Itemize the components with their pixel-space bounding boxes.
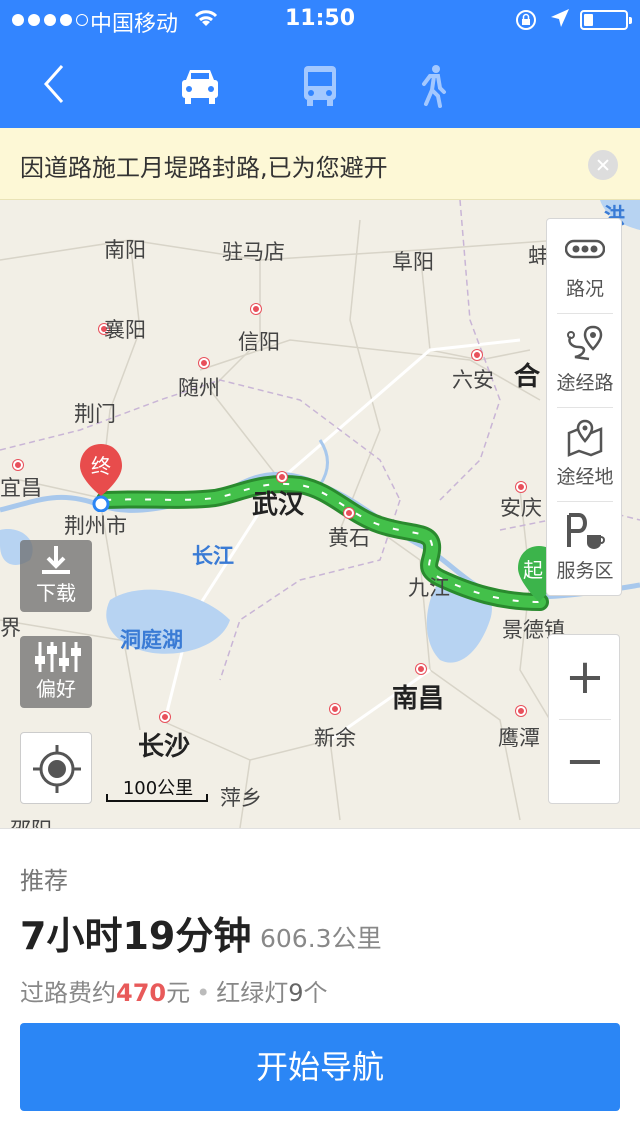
service-area-label: 服务区 — [556, 560, 614, 582]
toll-unit: 元 — [166, 979, 191, 1007]
city-label: 界 — [0, 616, 21, 640]
city-dot — [472, 350, 482, 360]
traffic-label: 路况 — [565, 278, 604, 300]
route-preference-button[interactable]: 偏好 — [20, 636, 92, 708]
city-label: 武汉 — [252, 490, 305, 520]
walk-mode-tab[interactable] — [410, 62, 458, 110]
waypoint-place-button[interactable]: 途经地 — [547, 407, 623, 501]
city-label: 长沙 — [138, 732, 191, 762]
map-scale: 100公里 — [106, 774, 210, 802]
city-dot — [416, 664, 426, 674]
city-label: 新余 — [314, 726, 356, 750]
city-label: 随州 — [178, 376, 220, 400]
city-dot — [277, 472, 287, 482]
bus-icon — [304, 66, 336, 106]
locate-me-button[interactable] — [20, 732, 92, 804]
status-bar: 中国移动 11:50 — [0, 0, 640, 40]
city-label: 南昌 — [392, 684, 445, 714]
city-label: 安庆 — [500, 496, 542, 520]
rotation-lock-icon — [514, 8, 538, 38]
city-label: 荆州市 — [64, 514, 127, 538]
city-label: 荆门 — [74, 402, 116, 426]
close-notice-button[interactable] — [588, 150, 618, 180]
car-icon — [182, 70, 218, 104]
city-dot — [160, 712, 170, 722]
river-label: 长江 — [192, 544, 234, 568]
battery-icon — [580, 10, 632, 30]
toll-prefix: 过路费约 — [20, 979, 116, 1007]
end-marker-label: 终 — [91, 454, 111, 478]
waypoint-route-label: 途经路 — [556, 372, 614, 394]
lights-prefix: 红绿灯 — [216, 979, 289, 1007]
city-label: 鹰潭 — [498, 726, 540, 750]
bus-mode-tab[interactable] — [296, 62, 344, 110]
city-label: 六安 — [452, 368, 494, 392]
lake-label: 洞庭湖 — [120, 628, 183, 652]
route-distance: 606.3公里 — [260, 924, 382, 953]
map-tools-panel: 路况 途经路 途经地 服务区 — [546, 218, 622, 596]
city-label: 宜昌 — [0, 476, 42, 500]
city-dot — [516, 482, 526, 492]
city-label: 南阳 — [104, 238, 146, 262]
start-marker-label: 起 — [523, 558, 543, 582]
back-button[interactable] — [36, 60, 76, 108]
map-view[interactable]: 南阳 驻马店 阜阳 蚌 洪 襄阳 信阳 六安 合 随州 荆门 宜昌 荆州市 武汉… — [0, 200, 640, 828]
notice-text: 因道路施工月堤路封路,已为您避开 — [20, 154, 388, 182]
route-waypoint-icon — [567, 325, 603, 361]
city-dot — [251, 304, 261, 314]
mode-navigation — [0, 40, 640, 128]
top-bar: 中国移动 11:50 — [0, 0, 640, 128]
zoom-in-button[interactable]: + — [549, 635, 621, 719]
city-dot — [199, 358, 209, 368]
city-dot — [344, 508, 354, 518]
download-label: 下载 — [36, 581, 76, 605]
toll-amount: 470 — [116, 979, 167, 1007]
service-area-button[interactable]: 服务区 — [547, 501, 623, 595]
preference-label: 偏好 — [36, 677, 76, 701]
download-map-button[interactable]: 下载 — [20, 540, 92, 612]
city-label: 黄石 — [328, 526, 370, 550]
route-duration: 7小时19分钟 — [20, 914, 252, 958]
city-label: 九江 — [408, 576, 450, 600]
city-label: 驻马店 — [222, 240, 285, 264]
waypoint-place-label: 途经地 — [556, 466, 614, 488]
city-label: 合 — [514, 362, 541, 392]
city-label: 信阳 — [238, 330, 280, 354]
sliders-icon — [35, 642, 81, 672]
lights-unit: 个 — [303, 979, 328, 1007]
parking-icon — [567, 513, 605, 549]
download-icon — [42, 546, 70, 574]
crosshair-icon — [33, 745, 81, 793]
traffic-icon — [565, 239, 605, 259]
city-label: 萍乡 — [220, 786, 262, 810]
city-label: 襄阳 — [104, 318, 146, 342]
city-label: 邵阳 — [10, 814, 52, 828]
city-dot — [330, 704, 340, 714]
route-tag: 推荐 — [20, 867, 68, 895]
waypoint-route-button[interactable]: 途经路 — [547, 313, 623, 407]
status-time: 11:50 — [284, 6, 356, 31]
car-mode-tab[interactable] — [176, 62, 224, 110]
map-pin-icon — [567, 419, 603, 457]
route-notice-banner: 因道路施工月堤路封路,已为您避开 — [0, 128, 640, 200]
route-fees: 过路费约470元 • 红绿灯9个 — [20, 979, 328, 1007]
lights-count: 9 — [288, 979, 304, 1007]
start-navigation-button[interactable]: 开始导航 — [20, 1023, 620, 1111]
end-marker[interactable]: 终 — [78, 442, 124, 513]
route-summary: 推荐 7小时19分钟 606.3公里 过路费约470元 • 红绿灯9个 开始导航 — [0, 828, 640, 1136]
city-dot — [13, 460, 23, 470]
location-arrow-icon — [548, 6, 572, 36]
city-label: 阜阳 — [392, 250, 434, 274]
city-dot — [516, 706, 526, 716]
walk-icon — [422, 65, 446, 108]
traffic-button[interactable]: 路况 — [547, 219, 623, 313]
zoom-out-button[interactable]: − — [549, 719, 621, 803]
zoom-controls: + − — [548, 634, 620, 804]
